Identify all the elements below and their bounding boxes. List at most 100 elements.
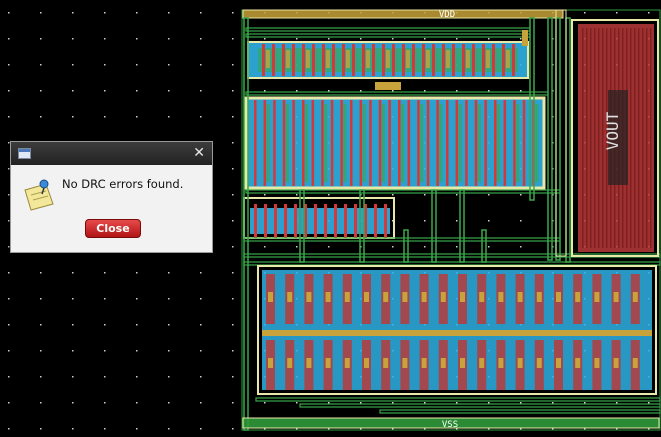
grid-dot (104, 272, 106, 274)
poly-finger (342, 44, 345, 76)
grid-dot (520, 220, 522, 222)
grid-dot (232, 298, 234, 300)
grid-dot (72, 64, 74, 66)
grid-dot (616, 402, 618, 404)
nmos-contact (460, 292, 465, 302)
diffusion-strip (420, 104, 424, 182)
grid-dot (232, 116, 234, 118)
nmos-contact (440, 358, 446, 368)
poly-finger (388, 100, 391, 186)
grid-dot (136, 428, 138, 430)
grid-dot (168, 116, 170, 118)
nmos-contact (421, 292, 427, 302)
poly-finger (254, 204, 257, 238)
nmos-contact (536, 358, 542, 368)
nmos-contact (460, 358, 465, 368)
grid-dot (232, 220, 234, 222)
hatch-line (630, 28, 632, 248)
contact-strip (326, 50, 330, 68)
grid-dot (648, 402, 650, 404)
grid-dot (72, 428, 74, 430)
poly-finger (378, 100, 382, 186)
grid-dot (168, 324, 170, 326)
vdd-label: VDD (439, 10, 455, 20)
poly-finger (503, 100, 507, 186)
route-horizontal (243, 261, 661, 266)
grid-dot (424, 194, 426, 196)
poly-finger (513, 100, 516, 186)
grid-dot (200, 376, 202, 378)
grid-dot (232, 90, 234, 92)
nmos-contact (632, 292, 638, 302)
poly-finger (324, 204, 327, 238)
poly-finger (321, 100, 324, 186)
grid-dot (40, 376, 42, 378)
nmos-contact (479, 358, 485, 368)
grid-dot (392, 38, 394, 40)
vout-label: VOUT (603, 111, 622, 150)
grid-dot (584, 12, 586, 14)
grid-dot (136, 272, 138, 274)
grid-dot (552, 402, 554, 404)
poly-finger (312, 44, 315, 76)
grid-dot (264, 194, 266, 196)
dialog-message: No DRC errors found. (62, 177, 184, 191)
grid-dot (520, 90, 522, 92)
nmos-contact (632, 358, 638, 368)
grid-dot (40, 12, 42, 14)
hatch-line (582, 28, 584, 248)
grid-dot (168, 272, 170, 274)
nmos-contact (498, 358, 504, 368)
close-x-icon[interactable]: ✕ (193, 145, 205, 161)
nmos-contact (383, 292, 389, 302)
poly-finger (262, 44, 265, 76)
poly-finger (392, 44, 395, 76)
grid-dot (424, 90, 426, 92)
contact-strip (506, 50, 510, 68)
close-button[interactable]: Close (85, 219, 141, 238)
grid-dot (40, 402, 42, 404)
dialog-titlebar[interactable]: ✕ (11, 142, 212, 165)
grid-dot (296, 246, 298, 248)
grid-dot (8, 116, 10, 118)
grid-dot (200, 116, 202, 118)
poly-finger (455, 100, 459, 186)
grid-dot (8, 64, 10, 66)
poly-finger (264, 204, 267, 238)
grid-dot (328, 90, 330, 92)
poly-finger (263, 100, 267, 186)
grid-dot (8, 376, 10, 378)
poly-finger (344, 204, 347, 238)
grid-dot (136, 350, 138, 352)
poly-finger (484, 100, 487, 186)
vss-label: VSS (442, 420, 458, 430)
route-horizontal (245, 33, 531, 38)
grid-dot (72, 324, 74, 326)
nmos-contact (594, 292, 600, 302)
grid-dot (424, 246, 426, 248)
poly-finger (382, 44, 385, 76)
grid-dot (136, 38, 138, 40)
grid-dot (168, 350, 170, 352)
nmos-contact (287, 292, 293, 302)
grid-dot (456, 220, 458, 222)
poly-finger (292, 100, 295, 186)
grid-dot (488, 220, 490, 222)
nmos-contact (440, 292, 446, 302)
contact-strip (426, 50, 430, 68)
poly-finger (512, 44, 515, 76)
poly-finger (282, 44, 285, 76)
route-vertical (243, 17, 249, 431)
nmos-contact (364, 358, 369, 368)
grid-dot (104, 402, 106, 404)
grid-dot (8, 12, 10, 14)
poly-finger (422, 44, 425, 76)
grid-dot (232, 272, 234, 274)
poly-finger (350, 100, 353, 186)
grid-dot (40, 298, 42, 300)
poly-finger (432, 44, 435, 76)
grid-dot (72, 38, 74, 40)
grid-dot (136, 90, 138, 92)
grid-dot (456, 246, 458, 248)
route-horizontal (245, 27, 531, 32)
